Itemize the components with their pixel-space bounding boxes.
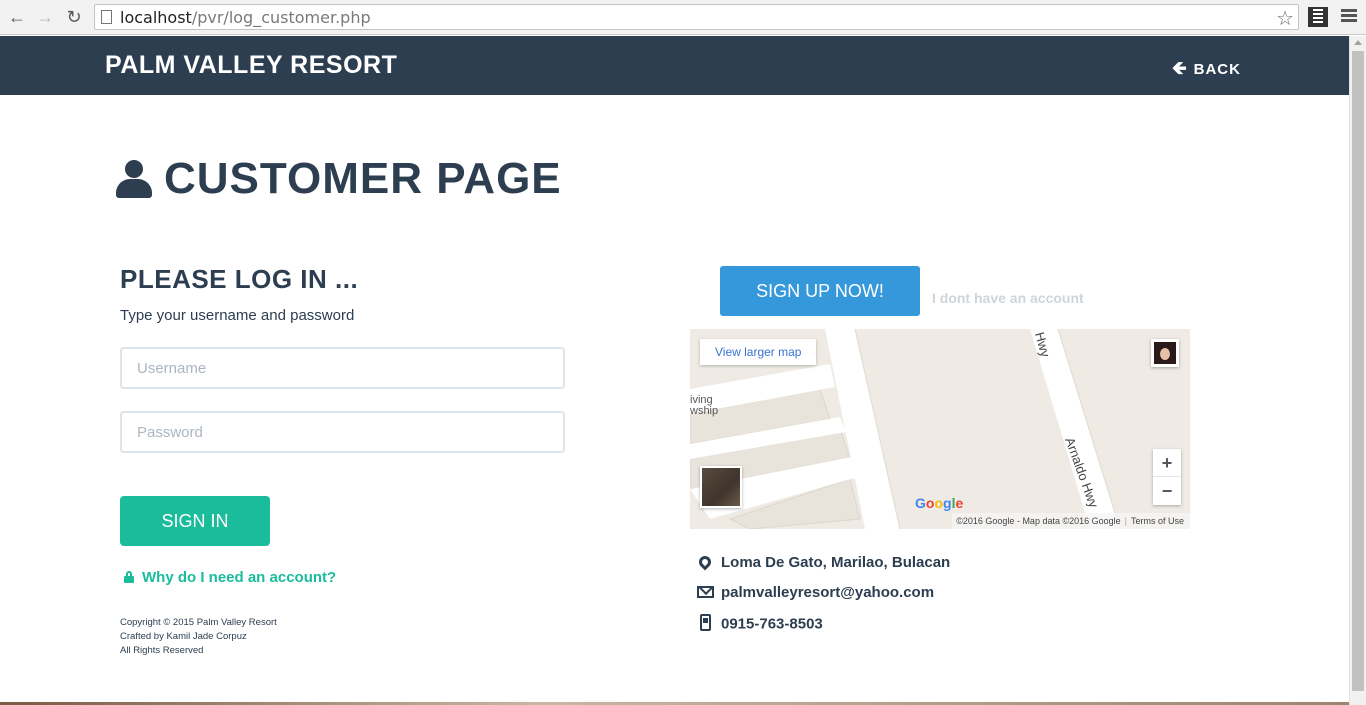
- bookmark-star-icon[interactable]: ☆: [1276, 6, 1294, 31]
- email-text: palmvalleyresort@yahoo.com: [721, 584, 935, 601]
- back-label: BACK: [1193, 61, 1241, 78]
- address-url[interactable]: localhost/pvr/log_customer.php: [120, 8, 371, 27]
- why-account-link[interactable]: Why do I need an account?: [124, 569, 336, 586]
- page-scrollbar[interactable]: [1349, 36, 1366, 705]
- why-account-label: Why do I need an account?: [142, 569, 337, 586]
- address-bar[interactable]: localhost/pvr/log_customer.php ☆: [94, 4, 1299, 30]
- forward-arrow-icon[interactable]: →: [34, 6, 56, 28]
- address-text: Loma De Gato, Marilao, Bulacan: [721, 554, 951, 571]
- phone-icon: [696, 614, 714, 635]
- satellite-toggle[interactable]: [700, 466, 742, 508]
- password-input[interactable]: [120, 411, 565, 453]
- site-header: PALM VALLEY RESORT 🡸 BACK: [0, 36, 1349, 95]
- sign-in-button[interactable]: SIGN IN: [120, 496, 270, 546]
- brand-title[interactable]: PALM VALLEY RESORT: [105, 51, 397, 80]
- zoom-in-button[interactable]: +: [1153, 449, 1181, 477]
- user-icon: [116, 160, 152, 198]
- browser-menu-icon[interactable]: [1340, 7, 1358, 27]
- contact-phone: 0915-763-8503: [696, 614, 823, 636]
- crafted-by-text: Crafted by Kamil Jade Corpuz: [120, 631, 247, 642]
- no-account-text: I dont have an account: [932, 290, 1084, 306]
- reload-icon[interactable]: ↻: [63, 6, 85, 28]
- page-icon: [101, 10, 112, 24]
- back-arrow-icon[interactable]: ←: [6, 6, 28, 28]
- copyright-text: Copyright © 2015 Palm Valley Resort: [120, 617, 277, 628]
- scroll-up-icon[interactable]: [1354, 40, 1362, 45]
- contact-email: palmvalleyresort@yahoo.com: [696, 584, 934, 606]
- user-avatar[interactable]: [1151, 339, 1179, 367]
- url-host: localhost: [120, 8, 192, 27]
- url-path: /pvr/log_customer.php: [191, 8, 371, 27]
- login-subtitle: Type your username and password: [120, 307, 355, 324]
- location-pin-icon: [696, 553, 714, 572]
- contact-address: Loma De Gato, Marilao, Bulacan: [696, 553, 951, 576]
- page-title: CUSTOMER PAGE: [164, 154, 562, 203]
- google-logo: Google: [915, 495, 964, 511]
- rights-text: All Rights Reserved: [120, 645, 204, 656]
- scrollbar-thumb[interactable]: [1352, 51, 1364, 691]
- map-attribution-text: ©2016 Google - Map data ©2016 Google: [956, 516, 1121, 526]
- login-heading: PLEASE LOG IN ...: [120, 264, 359, 294]
- terms-of-use-link[interactable]: Terms of Use: [1131, 516, 1184, 526]
- embedded-map[interactable]: iving wship Hwy Arnaldo Hwy View larger m…: [690, 329, 1190, 529]
- extension-icon[interactable]: [1308, 7, 1328, 27]
- arrow-left-icon: 🡸: [1172, 58, 1188, 78]
- map-place-label: iving wship: [690, 394, 719, 417]
- footer: Copyright © 2015 Palm Valley Resort Craf…: [120, 616, 277, 658]
- lock-icon: [124, 571, 134, 583]
- zoom-control: + −: [1153, 449, 1181, 505]
- map-attribution: ©2016 Google - Map data ©2016 Google | Ter…: [952, 513, 1190, 529]
- sign-up-button[interactable]: SIGN UP NOW!: [720, 266, 920, 316]
- zoom-out-button[interactable]: −: [1153, 477, 1181, 505]
- back-link[interactable]: 🡸 BACK: [1172, 56, 1241, 86]
- view-larger-map-link[interactable]: View larger map: [700, 339, 817, 365]
- username-input[interactable]: [120, 347, 565, 389]
- browser-toolbar: ← → ↻ localhost/pvr/log_customer.php ☆: [0, 0, 1366, 35]
- phone-text: 0915-763-8503: [721, 615, 823, 633]
- envelope-icon: [696, 585, 714, 602]
